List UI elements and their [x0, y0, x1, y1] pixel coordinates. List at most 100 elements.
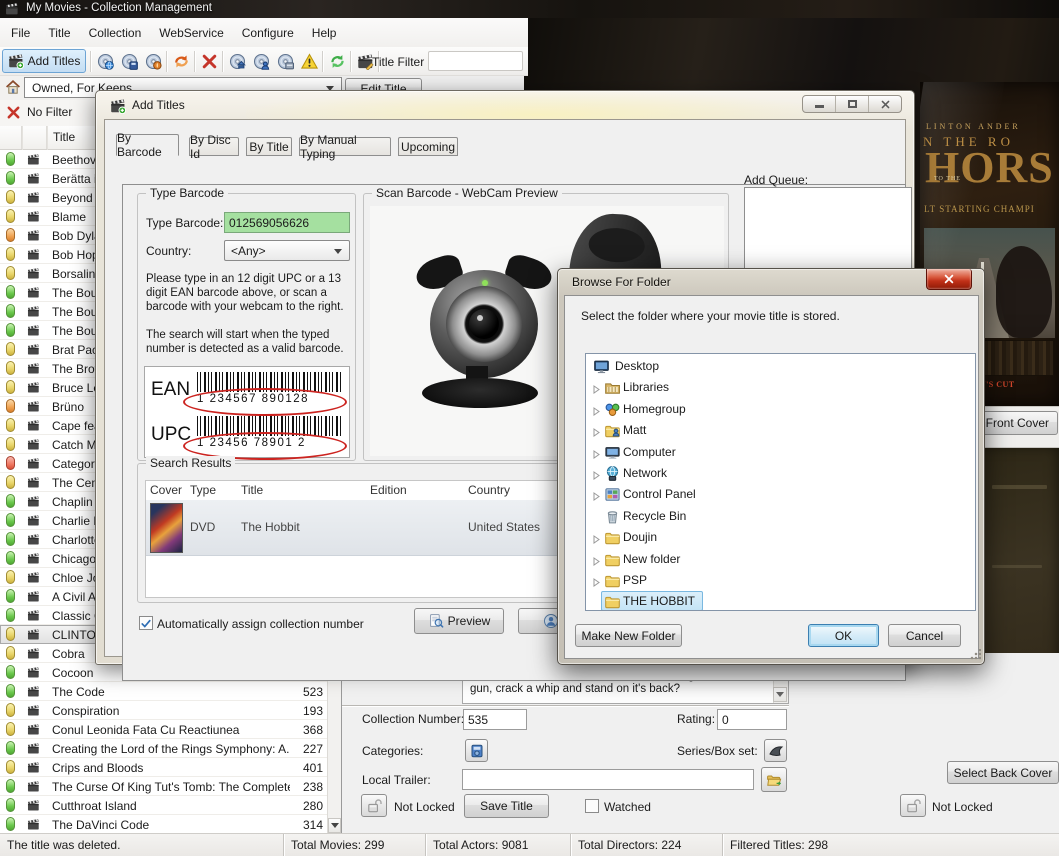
control-panel-icon	[604, 486, 621, 503]
tree-item-computer[interactable]: Computer	[586, 442, 975, 463]
menu-item-help[interactable]: Help	[303, 23, 346, 43]
barcode-input[interactable]	[224, 212, 350, 233]
disc-eject-icon[interactable]	[226, 50, 248, 72]
country-combo[interactable]: <Any>	[224, 240, 350, 261]
tree-item-matt[interactable]: Matt	[586, 420, 975, 441]
rating-field[interactable]	[717, 709, 787, 730]
movie-list-row[interactable]: Conspiration193	[0, 701, 327, 720]
series-box-set-button[interactable]	[764, 739, 787, 762]
select-back-cover-button[interactable]: Select Back Cover	[947, 761, 1059, 784]
expander-icon[interactable]	[592, 426, 601, 435]
clapper-icon	[27, 172, 41, 186]
tab-by-title[interactable]: By Title	[246, 137, 292, 156]
menu-item-configure[interactable]: Configure	[233, 23, 303, 43]
add-titles-icon	[8, 53, 24, 69]
expander-icon[interactable]	[592, 469, 601, 478]
expander-icon[interactable]	[592, 490, 601, 499]
disc-person-icon[interactable]	[250, 50, 272, 72]
lock-button[interactable]	[361, 794, 387, 817]
scroll-down-button[interactable]	[328, 818, 341, 833]
movie-title: Conul Leonida Fata Cu Reactiunea	[52, 723, 290, 737]
menu-item-file[interactable]: File	[2, 23, 39, 43]
column-header-edition[interactable]: Edition	[370, 483, 407, 497]
make-new-folder-button[interactable]: Make New Folder	[575, 624, 682, 647]
auto-assign-checkbox[interactable]	[139, 616, 153, 630]
tree-item-new-folder[interactable]: New folder	[586, 549, 975, 570]
refresh-icon[interactable]	[326, 50, 348, 72]
movie-list-row[interactable]: The Code523	[0, 682, 327, 701]
minimize-button[interactable]	[803, 96, 836, 112]
disc-save-icon[interactable]	[118, 50, 140, 72]
browse-trailer-button[interactable]	[761, 767, 787, 792]
disc-globe-icon[interactable]	[94, 50, 116, 72]
column-header-cover[interactable]: Cover	[150, 483, 182, 497]
tree-item-control-panel[interactable]: Control Panel	[586, 484, 975, 505]
back-lock-button[interactable]	[900, 794, 926, 817]
tree-item-homegroup[interactable]: Homegroup	[586, 399, 975, 420]
movie-list-row[interactable]: The DaVinci Code314	[0, 815, 327, 833]
expander-icon[interactable]	[592, 448, 601, 457]
movie-title: Crips and Bloods	[52, 761, 290, 775]
expander-icon[interactable]	[592, 555, 601, 564]
close-button[interactable]	[926, 269, 972, 290]
maximize-button[interactable]	[836, 96, 869, 112]
expander-icon[interactable]	[592, 533, 601, 542]
watched-checkbox[interactable]	[585, 799, 599, 813]
movie-list-row[interactable]: Crips and Bloods401	[0, 758, 327, 777]
expander-icon[interactable]	[592, 405, 601, 414]
menu-item-webservice[interactable]: WebService	[150, 23, 232, 43]
resize-grip[interactable]	[969, 649, 981, 661]
movie-list-row[interactable]: The Curse Of King Tut's Tomb: The Comple…	[0, 777, 327, 796]
delete-icon[interactable]	[198, 50, 220, 72]
column-header-title[interactable]: Title	[241, 483, 263, 497]
tree-item-libraries[interactable]: Libraries	[586, 377, 975, 398]
window-controls	[802, 95, 902, 113]
cancel-button[interactable]: Cancel	[888, 624, 961, 647]
green-status-pill	[6, 532, 15, 546]
sync-icon[interactable]	[170, 50, 192, 72]
clapper-icon	[27, 457, 41, 471]
tab-upcoming[interactable]: Upcoming	[398, 137, 458, 156]
ok-button[interactable]: OK	[808, 624, 879, 647]
collection-number-field[interactable]	[463, 709, 527, 730]
movie-list-row[interactable]: Creating the Lord of the Rings Symphony:…	[0, 739, 327, 758]
tree-item-desktop[interactable]: Desktop	[586, 356, 975, 377]
menu-item-collection[interactable]: Collection	[80, 23, 151, 43]
yellow-status-pill	[6, 266, 15, 280]
type-column-header[interactable]	[22, 126, 47, 149]
tab-by-manual-typing[interactable]: By Manual Typing	[299, 137, 391, 156]
clapper-icon	[27, 286, 41, 300]
toolbar-separator	[350, 51, 351, 72]
add-titles-button[interactable]: Add Titles	[2, 49, 86, 73]
status-column-header[interactable]	[0, 126, 22, 149]
green-status-pill	[6, 323, 15, 337]
save-title-button[interactable]: Save Title	[464, 794, 549, 818]
column-header-type[interactable]: Type	[190, 483, 216, 497]
disc-burn-icon[interactable]	[142, 50, 164, 72]
total-directors: Total Directors: 224	[570, 834, 722, 856]
tab-by-barcode[interactable]: By Barcode	[116, 134, 179, 156]
categories-button[interactable]	[465, 739, 488, 762]
yellow-status-pill	[6, 247, 15, 261]
movie-list-row[interactable]: Cutthroat Island280	[0, 796, 327, 815]
column-header-country[interactable]: Country	[468, 483, 510, 497]
local-trailer-field[interactable]	[462, 769, 754, 790]
tree-item-psp[interactable]: PSP	[586, 570, 975, 591]
menu-item-title[interactable]: Title	[39, 23, 79, 43]
yellow-status-pill	[6, 190, 15, 204]
tree-item-doujin[interactable]: Doujin	[586, 527, 975, 548]
close-button[interactable]	[869, 96, 901, 112]
clapper-icon	[27, 571, 41, 585]
preview-button[interactable]: Preview	[414, 608, 504, 634]
tree-item-the-hobbit[interactable]: THE HOBBIT	[586, 591, 975, 611]
scroll-down-button[interactable]	[773, 687, 787, 702]
tab-by-disc-id[interactable]: By Disc Id	[189, 137, 239, 156]
expander-icon[interactable]	[592, 576, 601, 585]
warning-icon[interactable]	[298, 50, 320, 72]
movie-list-row[interactable]: Conul Leonida Fata Cu Reactiunea368	[0, 720, 327, 739]
title-filter-input[interactable]	[428, 51, 523, 71]
tree-item-network[interactable]: Network	[586, 463, 975, 484]
expander-icon[interactable]	[592, 383, 601, 392]
disc-drive-icon[interactable]	[274, 50, 296, 72]
tree-item-recycle-bin[interactable]: Recycle Bin	[586, 506, 975, 527]
